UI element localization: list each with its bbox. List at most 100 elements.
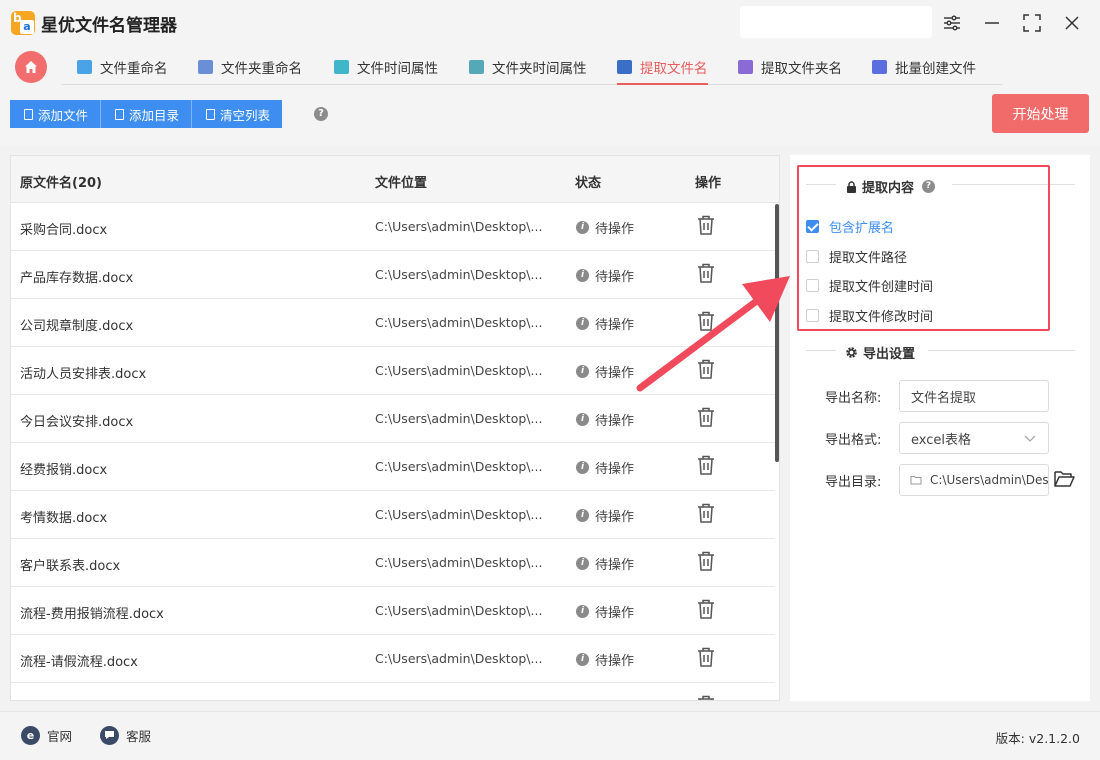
trash-icon[interactable]: [697, 599, 715, 619]
tab-4[interactable]: 文件夹时间属性: [469, 48, 587, 85]
column-header-status: 状态: [575, 176, 602, 191]
file-name: 经费报销.docx: [20, 463, 108, 478]
trash-icon[interactable]: [697, 551, 715, 571]
clear-list-button[interactable]: 清空列表: [192, 100, 283, 128]
toolbar: 添加文件 添加目录 清空列表 ?: [0, 88, 1100, 145]
file-icon: [24, 108, 33, 120]
table-row[interactable]: 流程-请假流程.docx C:\Users\admin\Desktop\... i 待…: [11, 635, 775, 683]
tab-label: 提取文件名: [640, 60, 708, 77]
export-format-value: excel表格: [911, 432, 971, 448]
chat-bubble-icon: [100, 726, 119, 745]
table-row[interactable]: 客户联系表.docx C:\Users\admin\Desktop\... i 待操作: [11, 539, 775, 587]
title-bar: ba 星优文件名管理器: [0, 0, 1100, 48]
trash-icon[interactable]: [697, 695, 715, 700]
home-icon: [25, 61, 37, 73]
clear-list-label: 清空列表: [220, 107, 271, 123]
section-divider: [928, 350, 1075, 351]
file-time-icon: [334, 59, 349, 74]
table-row[interactable]: 采购合同.docx C:\Users\admin\Desktop\... i 待操作: [11, 203, 775, 251]
trash-icon[interactable]: [697, 455, 715, 475]
batch-create-icon: [872, 59, 887, 74]
trash-icon: [206, 108, 216, 120]
table-row[interactable]: 今日会议安排.docx C:\Users\admin\Desktop\... i 待操…: [11, 395, 775, 443]
info-icon: i: [576, 317, 589, 330]
info-icon: i: [576, 413, 589, 426]
table-header: 原文件名(20) 文件位置 状态 操作: [11, 156, 779, 203]
info-icon: i: [576, 221, 589, 234]
open-folder-icon[interactable]: [1054, 470, 1075, 492]
add-directory-label: 添加目录: [129, 107, 180, 123]
add-directory-button[interactable]: 添加目录: [101, 100, 193, 128]
export-dir-input[interactable]: C:\Users\admin\Desktop: [899, 464, 1049, 496]
export-name-input[interactable]: 文件名提取: [899, 380, 1049, 412]
annotation-arrow: [636, 276, 790, 392]
info-icon: i: [576, 509, 589, 522]
add-file-label: 添加文件: [38, 107, 89, 123]
column-header-path: 文件位置: [375, 176, 428, 191]
export-settings-label: 导出设置: [863, 347, 916, 362]
customer-service-link[interactable]: 客服: [100, 726, 151, 745]
file-icon: [115, 108, 125, 120]
trash-icon[interactable]: [697, 647, 715, 667]
status-bar: e 官网 客服 版本: v2.1.2.0: [0, 711, 1100, 760]
tab-3[interactable]: 文件时间属性: [334, 48, 438, 85]
tab-2[interactable]: 文件夹重命名: [198, 48, 302, 85]
tab-7[interactable]: 批量创建文件: [872, 48, 976, 85]
file-name: 产品库存数据.docx: [20, 271, 134, 286]
add-file-button[interactable]: 添加文件: [10, 100, 102, 128]
status-cell: i 待操作: [576, 506, 634, 525]
info-icon: i: [576, 269, 589, 282]
file-name: 考情数据.docx: [20, 511, 108, 526]
tab-1[interactable]: 文件重命名: [77, 48, 168, 85]
status-text: 待操作: [595, 654, 635, 669]
extract-filename-icon: [617, 59, 632, 74]
close-icon[interactable]: [1059, 10, 1085, 36]
table-row[interactable]: [11, 683, 775, 700]
table-row[interactable]: 经费报销.docx C:\Users\admin\Desktop\... i 待操作: [11, 443, 775, 491]
trash-icon[interactable]: [697, 503, 715, 523]
tab-label: 批量创建文件: [895, 60, 976, 77]
status-text: 待操作: [595, 558, 635, 573]
export-name-label: 导出名称:: [825, 391, 882, 406]
trash-icon[interactable]: [697, 407, 715, 427]
export-name-value: 文件名提取: [911, 390, 977, 406]
folder-time-icon: [469, 59, 484, 74]
folder-rename-icon: [198, 59, 213, 74]
file-name: 采购合同.docx: [20, 223, 108, 238]
status-text: 待操作: [595, 270, 635, 285]
file-path: C:\Users\admin\Desktop\...: [375, 459, 543, 474]
status-text: 待操作: [595, 318, 635, 333]
minimize-icon[interactable]: [979, 10, 1005, 36]
trash-icon[interactable]: [697, 215, 715, 235]
file-path: C:\Users\admin\Desktop\...: [375, 315, 543, 330]
file-name: 客户联系表.docx: [20, 559, 121, 574]
ie-browser-icon: e: [21, 726, 40, 745]
export-format-select[interactable]: excel表格: [899, 422, 1049, 454]
version-label: 版本: v2.1.2.0: [995, 731, 1080, 746]
file-path: C:\Users\admin\Desktop\...: [375, 219, 543, 234]
home-button[interactable]: [15, 51, 47, 83]
title-search-box[interactable]: [740, 6, 932, 38]
maximize-icon[interactable]: [1019, 10, 1045, 36]
tab-label: 文件夹时间属性: [492, 60, 587, 77]
help-icon[interactable]: ?: [314, 107, 328, 121]
status-text: 待操作: [595, 606, 635, 621]
status-text: 待操作: [595, 462, 635, 477]
file-path: C:\Users\admin\Desktop\...: [375, 603, 543, 618]
status-cell: i 待操作: [576, 410, 634, 429]
tab-6[interactable]: 提取文件夹名: [738, 48, 842, 85]
section-divider: [806, 350, 836, 351]
file-path: C:\Users\admin\Desktop\...: [375, 507, 543, 522]
status-cell: i 待操作: [576, 362, 634, 381]
website-label: 官网: [47, 729, 73, 744]
status-cell: i 待操作: [576, 266, 634, 285]
table-row[interactable]: 流程-费用报销流程.docx C:\Users\admin\Desktop\...…: [11, 587, 775, 635]
status-cell: i 待操作: [576, 218, 634, 237]
status-text: 待操作: [595, 366, 635, 381]
table-row[interactable]: 考情数据.docx C:\Users\admin\Desktop\... i 待操作: [11, 491, 775, 539]
start-processing-button[interactable]: 开始处理: [992, 94, 1089, 133]
tab-5[interactable]: 提取文件名: [617, 48, 708, 85]
settings-sliders-icon[interactable]: [939, 10, 965, 36]
website-link[interactable]: e 官网: [21, 726, 72, 745]
status-text: 待操作: [595, 222, 635, 237]
